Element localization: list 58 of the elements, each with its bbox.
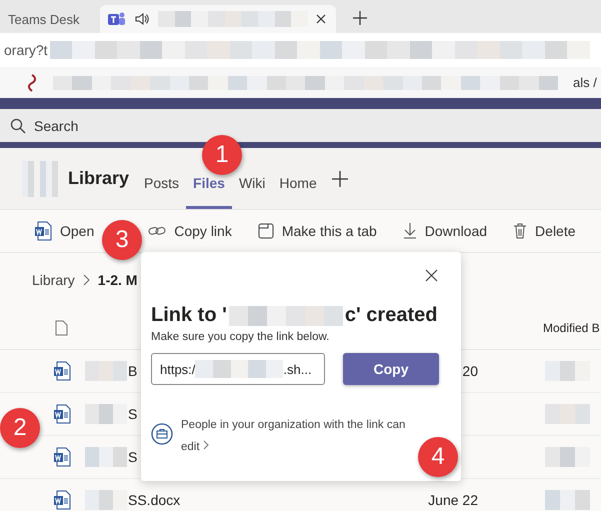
file-name[interactable]: SS.docx	[128, 492, 180, 508]
pixelated-redaction	[545, 404, 590, 424]
breadcrumb-item[interactable]: 1-2. M	[98, 272, 138, 288]
new-tab-icon[interactable]	[353, 11, 367, 25]
channel-tab[interactable]: Posts	[137, 175, 186, 209]
toolbar-button[interactable]: Download	[402, 219, 488, 243]
speaker-icon[interactable]	[134, 11, 150, 27]
briefcase-icon	[151, 423, 173, 445]
bookmark-text[interactable]: als /	[573, 75, 597, 90]
toolbar-button[interactable]: Copy link	[148, 219, 232, 243]
file-name[interactable]: B	[128, 363, 138, 379]
team-name: Library	[68, 168, 130, 189]
browser-tab[interactable]	[100, 5, 336, 33]
toolbar-button[interactable]: Open	[34, 217, 94, 245]
annotation-badge: 2	[0, 408, 40, 448]
search-icon	[10, 118, 26, 134]
tab-icon	[258, 223, 274, 239]
close-icon[interactable]	[316, 14, 326, 24]
dialog-title: Link to '	[151, 304, 227, 327]
browser-tab[interactable]: Teams Desk	[0, 5, 95, 33]
pixelated-redaction	[85, 361, 127, 381]
modified-date: June 22	[427, 492, 478, 508]
annotation-badge: 3	[102, 220, 142, 260]
pixelated-redaction	[85, 447, 127, 467]
word-document-icon	[34, 221, 52, 241]
toolbar-button[interactable]: Make this a tab	[258, 219, 377, 243]
word-document-icon	[53, 404, 71, 424]
word-document-icon	[53, 361, 71, 381]
file-icon	[55, 320, 68, 336]
column-header[interactable]: Modified B	[543, 321, 601, 335]
address-text[interactable]: orary?t	[4, 42, 48, 58]
pixelated-redaction	[85, 404, 127, 424]
close-icon[interactable]	[425, 269, 438, 282]
search-field[interactable]: Search	[32, 116, 236, 134]
channel-tab[interactable]: Home	[272, 175, 324, 209]
teams-logo-icon	[108, 11, 126, 27]
chevron-right-icon	[82, 274, 90, 286]
dialog-subtitle: Make sure you copy the link below.	[151, 331, 330, 343]
pixelated-redaction	[545, 361, 590, 381]
copy-button[interactable]: Copy	[343, 353, 439, 385]
tab-title: Teams Desk	[8, 12, 80, 26]
pixelated-redaction	[22, 160, 58, 196]
chevron-right-icon	[202, 440, 209, 450]
download-icon	[402, 223, 417, 239]
link-field[interactable]: https:/ .sh...	[151, 353, 325, 385]
channel-tab[interactable]: Wiki	[232, 175, 272, 209]
trash-icon	[513, 223, 528, 239]
add-icon[interactable]	[332, 170, 348, 186]
breadcrumb-item[interactable]: Library	[32, 272, 75, 288]
word-document-icon	[53, 447, 71, 467]
file-name[interactable]: S	[128, 406, 138, 422]
dialog-title: c' created	[344, 304, 438, 327]
file-name[interactable]: S	[128, 449, 138, 465]
bookmark-icon[interactable]	[26, 74, 38, 92]
toolbar-button[interactable]: Delete	[513, 219, 576, 243]
permission-link[interactable]: People in your organization with the link can edit	[181, 417, 413, 456]
pixelated-redaction	[545, 447, 590, 467]
link-icon	[148, 225, 166, 237]
